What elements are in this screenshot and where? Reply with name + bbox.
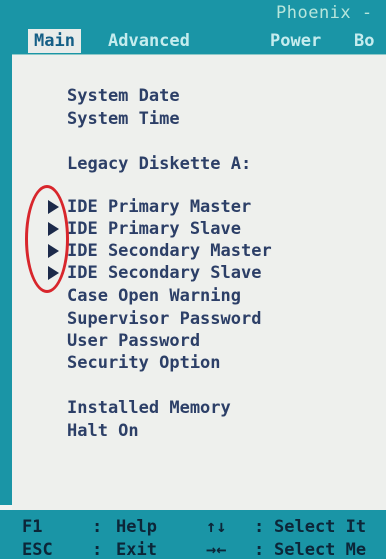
tab-advanced[interactable]: Advanced [108, 29, 190, 53]
item-halt-on[interactable]: Halt On [67, 420, 139, 442]
vendor-title: Phoenix - [276, 3, 373, 23]
item-system-date[interactable]: System Date [67, 85, 180, 107]
status-desc-select-item: Select It [274, 517, 367, 537]
tab-boot[interactable]: Bo [354, 29, 374, 53]
status-separator: : [92, 540, 103, 559]
item-user-password[interactable]: User Password [67, 330, 200, 352]
annotation-circle [25, 185, 69, 293]
title-bar: Phoenix - [0, 0, 386, 27]
status-desc-select-menu: Select Me [274, 540, 367, 559]
bios-screen: Phoenix - Main Advanced Power Bo System … [0, 0, 386, 559]
status-separator: : [254, 540, 265, 559]
item-legacy-diskette-a[interactable]: Legacy Diskette A: [67, 153, 251, 175]
item-security-option[interactable]: Security Option [67, 352, 221, 374]
left-right-arrows-icon: →← [206, 540, 227, 559]
item-supervisor-password[interactable]: Supervisor Password [67, 308, 261, 330]
panel-divider [12, 54, 386, 55]
item-system-time[interactable]: System Time [67, 108, 180, 130]
tab-power[interactable]: Power [270, 29, 321, 53]
status-separator: : [92, 517, 103, 537]
status-key-esc: ESC [22, 540, 53, 559]
item-case-open-warning[interactable]: Case Open Warning [67, 285, 241, 307]
status-action-help: Help [116, 517, 157, 537]
status-key-f1: F1 [22, 517, 43, 537]
left-border [0, 55, 12, 505]
item-ide-secondary-master[interactable]: IDE Secondary Master [67, 240, 272, 262]
item-ide-primary-slave[interactable]: IDE Primary Slave [67, 218, 241, 240]
tab-main[interactable]: Main [28, 29, 81, 53]
up-down-arrows-icon: ↑↓ [206, 517, 227, 537]
status-separator: : [254, 517, 265, 537]
item-ide-secondary-slave[interactable]: IDE Secondary Slave [67, 262, 261, 284]
item-installed-memory[interactable]: Installed Memory [67, 397, 231, 419]
status-action-exit: Exit [116, 540, 157, 559]
item-ide-primary-master[interactable]: IDE Primary Master [67, 196, 251, 218]
